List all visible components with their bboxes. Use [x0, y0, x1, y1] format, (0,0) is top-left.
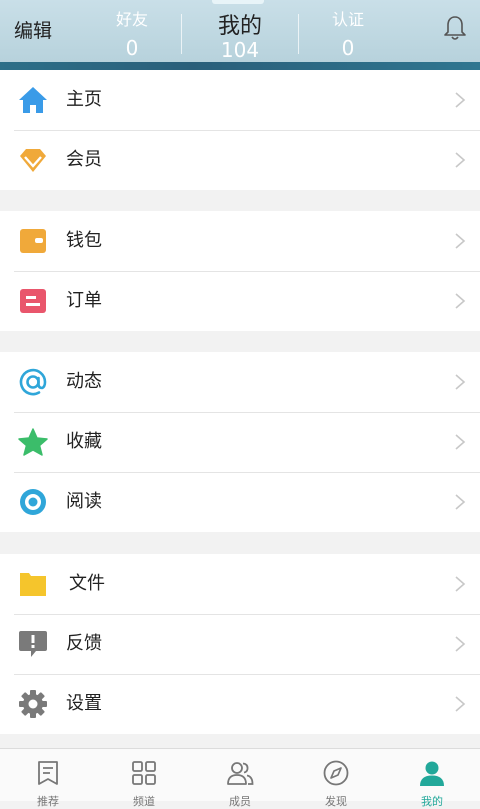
menu-item-favorites[interactable]: 收藏 — [0, 412, 480, 472]
menu-item-reading[interactable]: 阅读 — [0, 472, 480, 532]
chevron-right-icon — [455, 636, 466, 652]
menu-item-settings[interactable]: 设置 — [0, 674, 480, 734]
menu-item-label: 文件 — [69, 573, 105, 594]
stat-friends-count: 0 — [125, 36, 139, 60]
nav-members[interactable]: 成员 — [192, 749, 288, 808]
menu-item-label: 动态 — [66, 371, 102, 392]
wallet-icon — [20, 229, 46, 253]
menu-item-label: 设置 — [66, 693, 102, 714]
menu-item-orders[interactable]: 订单 — [0, 271, 480, 331]
chevron-right-icon — [455, 374, 466, 390]
stat-mine-label: 我的 — [217, 14, 262, 39]
divider — [181, 14, 182, 54]
menu-group-3: 动态 收藏 阅读 — [0, 352, 480, 532]
menu-item-label: 收藏 — [66, 431, 102, 452]
menu-item-label: 会员 — [66, 149, 102, 170]
recommend-icon — [38, 761, 58, 785]
menu-item-label: 钱包 — [66, 230, 102, 251]
menu-item-label: 主页 — [66, 89, 102, 110]
gear-icon — [19, 690, 47, 718]
nav-label: 频道 — [133, 795, 155, 808]
nav-recommend[interactable]: 推荐 — [0, 749, 96, 808]
stat-verified-label: 认证 — [331, 10, 364, 29]
menu-item-wallet[interactable]: 钱包 — [0, 211, 480, 271]
divider — [298, 14, 299, 54]
nav-label: 我的 — [421, 795, 443, 808]
members-icon — [227, 762, 254, 785]
nav-profile[interactable]: 我的 — [384, 749, 480, 808]
star-icon — [18, 428, 48, 456]
nav-label: 推荐 — [37, 795, 59, 808]
menu-item-label: 订单 — [66, 290, 102, 311]
menu-group-1: 主页 会员 — [0, 70, 480, 190]
eye-icon — [20, 489, 46, 515]
home-icon — [19, 87, 47, 113]
menu-group-2: 钱包 订单 — [0, 211, 480, 331]
menu-item-home[interactable]: 主页 — [0, 70, 480, 130]
stat-verified[interactable]: 认证 0 — [308, 0, 388, 62]
profile-icon — [420, 761, 444, 786]
feedback-icon — [19, 631, 47, 657]
header-accent-strip — [0, 62, 480, 70]
order-icon — [20, 289, 46, 313]
chevron-right-icon — [455, 92, 466, 108]
stat-friends-label: 好友 — [115, 10, 148, 29]
bottom-navigation: 推荐 频道 成员 发现 我的 — [0, 748, 480, 808]
top-header: 编辑 好友 0 我的 104 认证 0 — [0, 0, 480, 62]
stat-mine-count: 104 — [220, 38, 260, 62]
diamond-icon — [20, 149, 46, 172]
menu-group-4: 文件 反馈 设置 — [0, 554, 480, 734]
nav-discover[interactable]: 发现 — [288, 749, 384, 808]
nav-channels[interactable]: 频道 — [96, 749, 192, 808]
nav-label: 发现 — [325, 795, 347, 808]
chevron-right-icon — [455, 576, 466, 592]
stat-verified-count: 0 — [341, 36, 355, 60]
chevron-right-icon — [455, 494, 466, 510]
menu-item-feedback[interactable]: 反馈 — [0, 614, 480, 674]
menu-item-files[interactable]: 文件 — [0, 554, 480, 614]
menu-item-activity[interactable]: 动态 — [0, 352, 480, 412]
menu-item-label: 反馈 — [66, 633, 102, 654]
menu-item-membership[interactable]: 会员 — [0, 130, 480, 190]
stat-mine[interactable]: 我的 104 — [190, 0, 290, 62]
menu-item-label: 阅读 — [66, 491, 102, 512]
chevron-right-icon — [455, 152, 466, 168]
bell-icon[interactable] — [442, 14, 468, 42]
at-sign-icon — [19, 368, 47, 396]
chevron-right-icon — [455, 434, 466, 450]
chevron-right-icon — [455, 233, 466, 249]
compass-icon — [323, 760, 349, 786]
chevron-right-icon — [455, 696, 466, 712]
chevron-right-icon — [455, 293, 466, 309]
edit-button[interactable]: 编辑 — [14, 16, 52, 43]
grid-icon — [132, 761, 156, 785]
stat-friends[interactable]: 好友 0 — [92, 0, 172, 62]
nav-label: 成员 — [229, 795, 251, 808]
folder-icon — [20, 573, 46, 596]
